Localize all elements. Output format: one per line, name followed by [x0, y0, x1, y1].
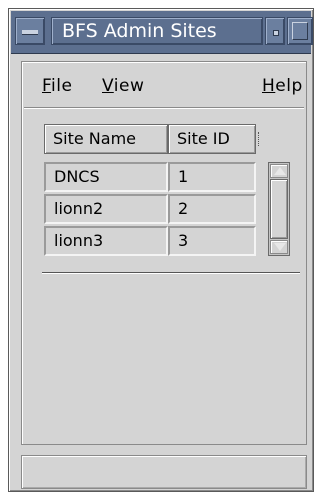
menu-file-mnemonic: F: [42, 76, 52, 96]
main-panel: File View Help Site Name Site ID DNCS 1 …: [21, 61, 307, 445]
column-resize-handle[interactable]: [258, 132, 261, 146]
scroll-thumb[interactable]: [270, 179, 288, 239]
scroll-down-arrow-icon[interactable]: [270, 240, 288, 254]
menu-view[interactable]: View: [102, 76, 144, 96]
maximize-button[interactable]: [287, 17, 313, 45]
minimize-button[interactable]: [265, 17, 285, 45]
site-name-cell[interactable]: DNCS: [44, 162, 168, 192]
menu-help-mnemonic: H: [262, 76, 276, 96]
menu-help[interactable]: Help: [262, 76, 303, 96]
window-title: BFS Admin Sites: [51, 17, 263, 45]
column-header-site-name[interactable]: Site Name: [44, 124, 168, 154]
site-id-cell[interactable]: 2: [168, 194, 256, 224]
menu-bar: File View Help: [24, 64, 304, 108]
site-id-cell[interactable]: 1: [168, 162, 256, 192]
window-menu-button[interactable]: [15, 17, 45, 45]
table-scrollbar[interactable]: [268, 162, 290, 256]
status-bar: [21, 455, 307, 489]
site-name-cell[interactable]: lionn3: [44, 226, 168, 256]
minimize-icon: [273, 30, 279, 36]
bfs-admin-sites-window: BFS Admin Sites File View Help Site Name…: [8, 8, 314, 492]
menu-view-mnemonic: V: [102, 76, 114, 96]
menu-view-label: iew: [113, 76, 145, 96]
menu-help-label: elp: [275, 76, 303, 96]
title-bar[interactable]: BFS Admin Sites: [11, 11, 313, 54]
menu-file-label: ile: [51, 76, 73, 96]
site-name-cell[interactable]: lionn2: [44, 194, 168, 224]
scroll-up-arrow-icon[interactable]: [270, 164, 288, 178]
separator: [42, 272, 300, 274]
menu-file[interactable]: File: [42, 76, 72, 96]
maximize-icon: [292, 22, 308, 40]
site-id-cell[interactable]: 3: [168, 226, 256, 256]
window-menu-icon: [22, 30, 38, 35]
column-header-site-id[interactable]: Site ID: [168, 124, 256, 154]
